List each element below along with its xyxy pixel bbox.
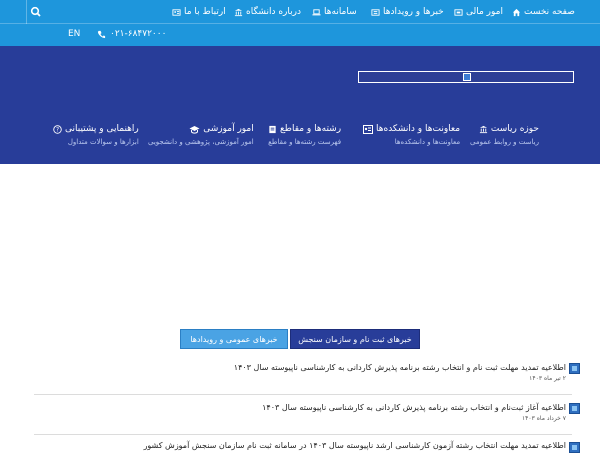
main-menu: صفحه نخست امور مالی خبرها و رویدادها سام… <box>0 0 600 24</box>
nav-contact-label: ارتباط با ما <box>184 7 226 17</box>
graduation-cap-icon <box>189 125 200 134</box>
help-image-icon <box>463 73 471 81</box>
news-image-icon <box>569 442 580 453</box>
bank-icon <box>479 125 487 133</box>
mega-item-subtitle: امور آموزشی، پژوهشی و دانشجویی <box>148 138 254 146</box>
id-card-icon <box>363 124 373 134</box>
home-icon <box>512 8 521 16</box>
help-circle-icon: ? <box>53 124 62 134</box>
phone-link[interactable]: ۰۲۱-۶۸۴۷۲۰۰۰ <box>97 29 166 39</box>
nav-finance[interactable]: امور مالی <box>454 5 503 19</box>
news-title[interactable]: اطلاعیه تمدید مهلت انتخاب رشته آزمون کار… <box>144 441 566 450</box>
contact-row: ۰۲۱-۶۸۴۷۲۰۰۰ EN <box>0 24 600 62</box>
laptop-icon <box>312 8 321 15</box>
mega-item-support[interactable]: راهنمایی و پشتیبانی ? ابزارها و سوالات م… <box>53 124 139 146</box>
mega-item-subtitle: ریاست و روابط عمومی <box>470 138 539 146</box>
mega-item-subtitle: ابزارها و سوالات متداول <box>67 138 139 146</box>
nav-home[interactable]: صفحه نخست <box>512 5 575 19</box>
mega-item-subtitle: فهرست رشته‌ها و مقاطع <box>268 138 342 146</box>
news-item[interactable]: اطلاعیه تمدید مهلت ثبت نام و انتخاب رشته… <box>146 363 566 382</box>
news-image-icon <box>569 403 580 414</box>
nav-finance-label: امور مالی <box>466 7 503 17</box>
mega-item-subtitle: معاونت‌ها و دانشکده‌ها <box>394 138 461 146</box>
tab-registration-news[interactable]: خبرهای ثبت نام و سازمان سنجش <box>290 329 420 349</box>
news-item[interactable]: اطلاعیه تمدید مهلت انتخاب رشته آزمون کار… <box>144 441 566 450</box>
news-title[interactable]: اطلاعیه تمدید مهلت ثبت نام و انتخاب رشته… <box>146 363 566 372</box>
nav-about-label: درباره دانشگاه <box>246 7 301 17</box>
news-title[interactable]: اطلاعیه آغاز ثبت‌نام و انتخاب رشته برنام… <box>146 403 566 412</box>
svg-text:?: ? <box>56 127 59 133</box>
phone-icon <box>97 30 106 38</box>
nav-news-events[interactable]: خبرها و رویدادها <box>371 5 444 19</box>
nav-news-events-label: خبرها و رویدادها <box>383 7 444 17</box>
contact-card-icon <box>172 8 181 16</box>
mega-item-title: معاونت‌ها و دانشکده‌ها <box>376 124 461 134</box>
mega-item-education[interactable]: امور آموزشی امور آموزشی، پژوهشی و دانشجو… <box>148 124 254 146</box>
language-switch[interactable]: EN <box>68 29 80 39</box>
nav-home-label: صفحه نخست <box>524 7 575 17</box>
book-icon <box>269 125 276 133</box>
news-item[interactable]: اطلاعیه آغاز ثبت‌نام و انتخاب رشته برنام… <box>146 403 566 422</box>
divider <box>34 434 572 435</box>
banner-search-input[interactable] <box>358 71 574 83</box>
mega-item-title: حوزه ریاست <box>490 124 539 134</box>
mega-item-title: امور آموزشی <box>203 124 254 134</box>
mega-item-title: رشته‌ها و مقاطع <box>280 124 342 134</box>
mega-item-title: راهنمایی و پشتیبانی <box>65 124 139 134</box>
nav-systems-label: سامانه‌ها <box>324 7 357 17</box>
mega-item-deputies[interactable]: معاونت‌ها و دانشکده‌ها معاونت‌ها و دانشک… <box>363 124 460 146</box>
search-icon[interactable] <box>26 4 46 20</box>
news-date: ۷ خرداد ماه ۱۴۰۳ <box>521 415 566 422</box>
nav-systems[interactable]: سامانه‌ها <box>312 5 357 19</box>
top-navigation-bar: صفحه نخست امور مالی خبرها و رویدادها سام… <box>0 0 600 62</box>
newspaper-icon <box>371 8 380 16</box>
header-banner <box>0 46 600 164</box>
mega-item-presidency[interactable]: حوزه ریاست ریاست و روابط عمومی <box>470 124 539 146</box>
nav-contact[interactable]: ارتباط با ما <box>172 5 226 19</box>
finance-icon <box>454 8 463 16</box>
divider <box>34 394 572 395</box>
phone-number: ۰۲۱-۶۸۴۷۲۰۰۰ <box>110 29 167 39</box>
mega-item-fields[interactable]: رشته‌ها و مقاطع فهرست رشته‌ها و مقاطع <box>268 124 341 146</box>
tab-general-news[interactable]: خبرهای عمومی و رویدادها <box>180 329 288 349</box>
bank-icon <box>234 8 243 16</box>
nav-about[interactable]: درباره دانشگاه <box>234 5 301 19</box>
news-image-icon <box>569 363 580 374</box>
news-date: ۲ تیر ماه ۱۴۰۳ <box>529 375 566 382</box>
